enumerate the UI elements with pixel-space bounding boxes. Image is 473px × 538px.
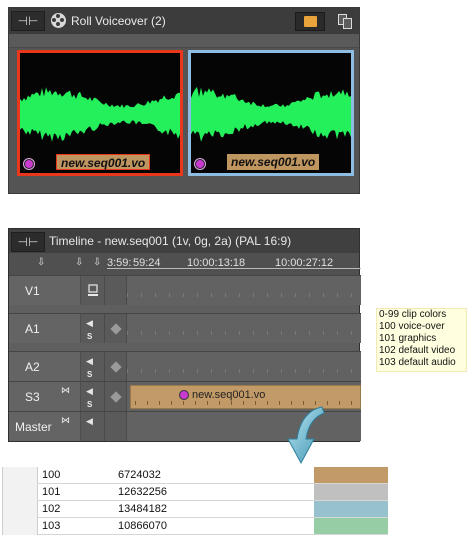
color-swatch	[314, 501, 388, 517]
timeline-titlebar: ⊣⊢ Timeline - new.seq001 (1v, 0g, 2a) (P…	[9, 229, 359, 253]
legend-line: 103 default audio	[379, 357, 456, 368]
track-label: S3	[25, 390, 40, 404]
solo-button[interactable]: S	[87, 400, 92, 409]
track-a2: A2 ◀ S	[9, 351, 361, 381]
speaker-icon[interactable]: ◀	[86, 318, 93, 329]
table-row[interactable]: 103 10866070	[2, 518, 388, 535]
clip-color-table: 100 6724032 101 12632256 102 13484182 10…	[2, 467, 388, 535]
track-header[interactable]: Master ⋈	[9, 412, 81, 441]
curved-arrow-icon	[287, 406, 325, 465]
track-label: Master	[15, 420, 52, 434]
keyframe-icon[interactable]	[110, 323, 122, 335]
timeline-title: Timeline - new.seq001 (1v, 0g, 2a) (PAL …	[49, 234, 292, 248]
voiceover-marker-icon	[24, 159, 34, 169]
patch-arrow-icon[interactable]: ⇩	[37, 257, 45, 268]
color-value: 13484182	[118, 503, 167, 515]
track-header[interactable]: V1	[9, 276, 81, 305]
table-row[interactable]: 100 6724032	[2, 467, 388, 484]
color-value: 12632256	[118, 486, 167, 498]
clip-name: new.seq001.vo	[192, 389, 266, 401]
solo-button[interactable]: S	[87, 332, 92, 341]
color-swatch	[314, 484, 388, 500]
clip-thumbnail[interactable]: new.seq001.vo	[17, 50, 183, 176]
color-value: 10866070	[118, 520, 167, 532]
legend-line: 0-99 clip colors	[379, 309, 447, 320]
pin-icon[interactable]: ⊣⊢	[11, 11, 45, 31]
audio-waveform	[20, 87, 180, 142]
speaker-icon[interactable]: ◀	[86, 416, 93, 427]
folder-up-button[interactable]	[295, 12, 325, 31]
color-legend-note: 0-99 clip colors 100 voice-over 101 grap…	[376, 308, 467, 372]
track-controls: ◀ S	[81, 352, 105, 381]
bin-panel: ⊣⊢ Roll Voiceover (2) new.seq001.vo new.…	[8, 7, 360, 194]
folder-icon	[304, 16, 317, 27]
audio-waveform	[191, 86, 351, 142]
color-id: 100	[42, 469, 61, 481]
track-controls	[81, 276, 105, 305]
track-controls: ◀ S	[81, 314, 105, 343]
table-row[interactable]: 101 12632256	[2, 484, 388, 501]
bin-ruler	[9, 34, 359, 48]
voiceover-marker-icon	[179, 390, 189, 400]
copy-button[interactable]	[335, 12, 357, 31]
clip-name: new.seq001.vo	[56, 154, 151, 170]
patch-arrow-icon[interactable]: ⇩	[75, 257, 83, 268]
patch-arrow-icon[interactable]: ⇩	[93, 257, 101, 268]
timeline-header: ⇩ ⇩ ⇩ 3:59: 59:24 10:00:13:18 10:00:27:1…	[9, 253, 359, 275]
pin-icon[interactable]: ⊣⊢	[11, 232, 45, 252]
track-v1: V1	[9, 275, 361, 305]
timeline-ruler[interactable]	[107, 268, 361, 269]
legend-line: 101 graphics	[379, 333, 437, 344]
clip-name: new.seq001.vo	[227, 154, 320, 170]
legend-line: 102 default video	[379, 345, 456, 356]
color-swatch	[314, 518, 388, 534]
clip-thumbnail[interactable]: new.seq001.vo	[188, 50, 354, 176]
film-reel-icon	[51, 13, 66, 28]
color-id: 101	[42, 486, 61, 498]
table-row[interactable]: 102 13484182	[2, 501, 388, 518]
track-label: V1	[25, 284, 40, 298]
stereo-link-icon[interactable]: ⋈	[61, 415, 70, 426]
track-controls: ◀ S	[81, 382, 105, 411]
color-id: 103	[42, 520, 61, 532]
track-controls: ◀	[81, 412, 105, 441]
bin-titlebar: ⊣⊢ Roll Voiceover (2)	[9, 8, 359, 34]
track-a1: A1 ◀ S	[9, 313, 361, 343]
bin-title: Roll Voiceover (2)	[71, 14, 166, 28]
track-header[interactable]: A1	[9, 314, 81, 343]
track-header[interactable]: A2	[9, 352, 81, 381]
solo-button[interactable]: S	[87, 370, 92, 379]
track-header[interactable]: S3 ⋈	[9, 382, 81, 411]
track-label: A1	[25, 322, 40, 336]
track-area[interactable]	[127, 314, 361, 343]
speaker-icon[interactable]: ◀	[86, 356, 93, 367]
track-label: A2	[25, 360, 40, 374]
keyframe-icon[interactable]	[110, 391, 122, 403]
color-id: 102	[42, 503, 61, 515]
voiceover-marker-icon	[195, 159, 205, 169]
color-swatch	[314, 467, 388, 483]
track-area[interactable]	[127, 276, 361, 305]
track-area[interactable]	[127, 352, 361, 381]
color-value: 6724032	[118, 469, 161, 481]
speaker-icon[interactable]: ◀	[86, 386, 93, 397]
monitor-icon[interactable]	[81, 276, 105, 306]
legend-line: 100 voice-over	[379, 321, 445, 332]
keyframe-icon[interactable]	[110, 361, 122, 373]
stereo-link-icon[interactable]: ⋈	[61, 385, 70, 396]
